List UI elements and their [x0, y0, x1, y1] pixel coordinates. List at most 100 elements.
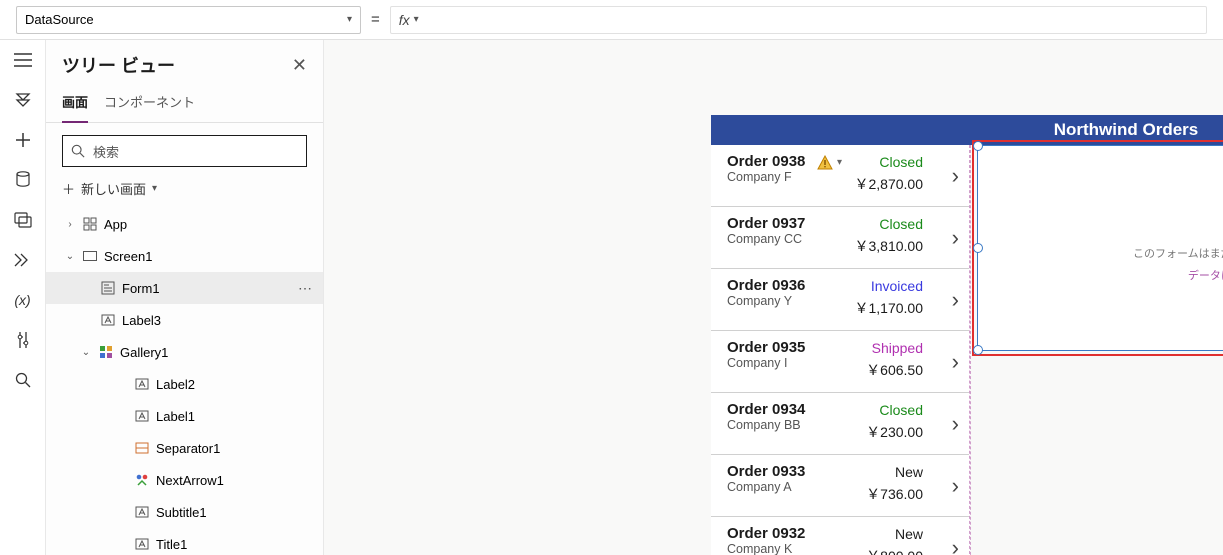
gallery-item[interactable]: Order 0937Company CCClosed￥3,810.00›: [711, 207, 969, 269]
warning-icon: [817, 155, 833, 171]
chevron-right-icon[interactable]: ›: [952, 287, 959, 313]
search-placeholder: 検索: [93, 142, 119, 161]
chevron-right-icon[interactable]: ›: [952, 349, 959, 375]
tree-node-label: Form1: [122, 281, 160, 296]
left-rail: (x): [0, 40, 46, 555]
order-status: Shipped: [872, 340, 923, 356]
chevron-right-icon[interactable]: ›: [952, 473, 959, 499]
order-status: New: [895, 526, 923, 542]
order-price: ￥3,810.00: [855, 236, 924, 256]
new-screen-label: 新しい画面: [81, 179, 146, 198]
order-price: ￥230.00: [866, 422, 923, 442]
new-screen-button[interactable]: ＋ 新しい画面 ▾: [46, 175, 323, 208]
media-icon[interactable]: [13, 210, 33, 230]
form-empty-text: このフォームはまだデータに接続されていません: [1133, 245, 1223, 261]
tree-node-label: NextArrow1: [156, 473, 224, 488]
chevron-right-icon[interactable]: ›: [952, 163, 959, 189]
tree-node-label: Gallery1: [120, 345, 168, 360]
formula-bar: DataSource ▾ = fx ▾: [0, 0, 1223, 40]
label-icon: [134, 536, 150, 552]
tree-node-separator1[interactable]: Separator1: [46, 432, 323, 464]
form-empty-state: このフォームはまだデータに接続されていません データに接続してください: [978, 146, 1223, 350]
tree-view-panel: ツリー ビュー ✕ 画面 コンポーネント 検索 ＋ 新しい画面 ▾ › App …: [46, 40, 324, 555]
screen-icon: [82, 248, 98, 264]
advanced-tools-icon[interactable]: [13, 330, 33, 350]
tree-node-app[interactable]: › App: [46, 208, 323, 240]
chevron-down-icon: ▾: [414, 14, 419, 25]
order-price: ￥1,170.00: [855, 298, 924, 318]
gallery-item[interactable]: Order 0933Company ANew￥736.00›: [711, 455, 969, 517]
tree-node-label: App: [104, 217, 127, 232]
chevron-right-icon[interactable]: ›: [952, 535, 959, 555]
tree-node-label: Title1: [156, 537, 187, 552]
order-price: ￥2,870.00: [855, 174, 924, 194]
tree-node-label: Label1: [156, 409, 195, 424]
chevron-right-icon: ›: [64, 219, 76, 230]
gallery-item[interactable]: Order 0934Company BBClosed￥230.00›: [711, 393, 969, 455]
more-icon[interactable]: ⋯: [298, 280, 313, 297]
tree-node-nextarrow1[interactable]: NextArrow1: [46, 464, 323, 496]
order-status: Closed: [879, 216, 923, 232]
gallery-item[interactable]: Order 0936Company YInvoiced￥1,170.00›: [711, 269, 969, 331]
label-icon: [134, 376, 150, 392]
chevron-down-icon: ▾: [347, 14, 352, 25]
fx-icon: fx: [399, 12, 410, 28]
variables-icon[interactable]: (x): [13, 290, 33, 310]
chevron-right-icon[interactable]: ›: [952, 225, 959, 251]
chevron-right-icon[interactable]: ›: [952, 411, 959, 437]
label-icon: [134, 504, 150, 520]
order-price: ￥800.00: [866, 546, 923, 555]
chevron-down-icon: ⌄: [64, 251, 76, 262]
resize-handle[interactable]: [973, 243, 983, 253]
gallery-item[interactable]: Order 0932Company KNew￥800.00›: [711, 517, 969, 555]
tree-node-gallery1[interactable]: ⌄ Gallery1: [46, 336, 323, 368]
close-icon[interactable]: ✕: [292, 55, 307, 76]
insert-icon[interactable]: [13, 130, 33, 150]
form-selection[interactable]: このフォームはまだデータに接続されていません データに接続してください: [972, 140, 1223, 356]
order-status: Closed: [879, 154, 923, 170]
property-selector[interactable]: DataSource ▾: [16, 6, 361, 34]
tree-search-input[interactable]: 検索: [62, 135, 307, 167]
tree-view-icon[interactable]: [13, 90, 33, 110]
resize-handle[interactable]: [973, 345, 983, 355]
form-connect-link[interactable]: データに接続してください: [1188, 267, 1223, 283]
app-icon: [82, 216, 98, 232]
order-status: Closed: [879, 402, 923, 418]
data-icon[interactable]: [13, 170, 33, 190]
tab-screens[interactable]: 画面: [62, 86, 88, 123]
nextarrow-icon: [134, 472, 150, 488]
tree-node-screen1[interactable]: ⌄ Screen1: [46, 240, 323, 272]
tree-node-subtitle1[interactable]: Subtitle1: [46, 496, 323, 528]
chevron-down-icon[interactable]: ▾: [837, 157, 842, 168]
formula-input[interactable]: fx ▾: [390, 6, 1207, 34]
tree-node-label: Separator1: [156, 441, 220, 456]
canvas[interactable]: Northwind Orders Order 0938Company FClos…: [324, 40, 1223, 555]
tree-node-label: Screen1: [104, 249, 152, 264]
form-icon: [100, 280, 116, 296]
order-price: ￥736.00: [866, 484, 923, 504]
search-icon: [71, 144, 85, 158]
equals-sign: =: [371, 11, 380, 28]
hamburger-icon[interactable]: [13, 50, 33, 70]
tree-node-label: Label2: [156, 377, 195, 392]
order-status: Invoiced: [871, 278, 923, 294]
tab-components[interactable]: コンポーネント: [104, 86, 195, 122]
power-automate-icon[interactable]: [13, 250, 33, 270]
gallery-item[interactable]: Order 0935Company IShipped￥606.50›: [711, 331, 969, 393]
gallery-icon: [98, 344, 114, 360]
tree-node-label3[interactable]: Label3: [46, 304, 323, 336]
tree-node-label1[interactable]: Label1: [46, 400, 323, 432]
search-icon[interactable]: [13, 370, 33, 390]
separator-icon: [134, 440, 150, 456]
tree-node-label2[interactable]: Label2: [46, 368, 323, 400]
tree-view-title: ツリー ビュー: [62, 52, 175, 78]
order-gallery[interactable]: Order 0938Company FClosed￥2,870.00›▾Orde…: [711, 145, 970, 555]
property-selector-value: DataSource: [25, 12, 94, 27]
gallery-item[interactable]: Order 0938Company FClosed￥2,870.00›▾: [711, 145, 969, 207]
tree-node-form1[interactable]: Form1 ⋯: [46, 272, 323, 304]
resize-handle[interactable]: [973, 141, 983, 151]
tree-node-title1[interactable]: Title1: [46, 528, 323, 555]
plus-icon: ＋: [62, 179, 75, 198]
order-status: New: [895, 464, 923, 480]
tree-node-label: Label3: [122, 313, 161, 328]
